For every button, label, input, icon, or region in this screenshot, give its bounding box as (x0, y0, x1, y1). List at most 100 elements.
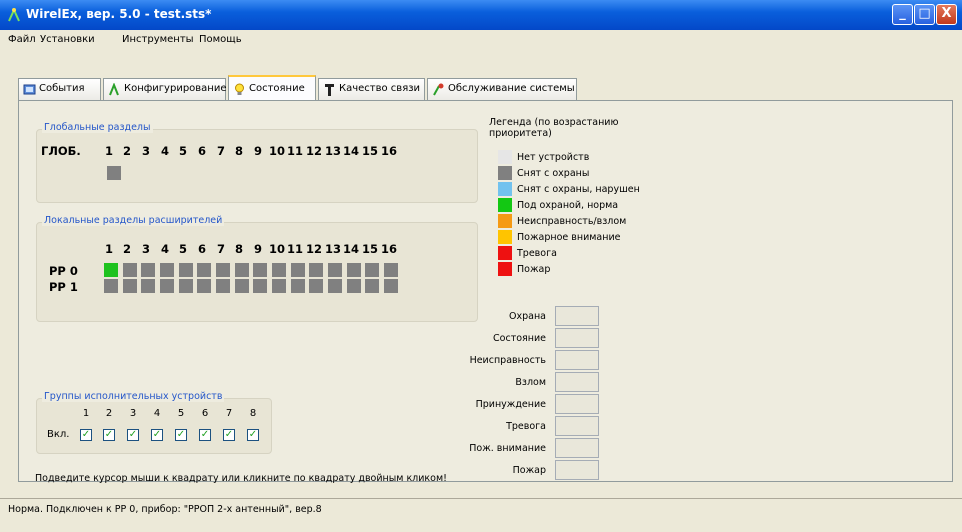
menu-file[interactable]: Файл (8, 34, 36, 45)
status-text: Норма. Подключен к РР 0, прибор: "РРОП 2… (8, 504, 322, 515)
local-partition-square-pp1-9[interactable] (253, 279, 267, 293)
global-col-13: 13 (324, 144, 341, 158)
group-col-5: 5 (177, 408, 185, 419)
tab-maintenance[interactable]: Обслуживание системы (427, 78, 577, 100)
legend-swatch (498, 246, 512, 260)
local-partition-square-pp0-2[interactable] (123, 263, 137, 277)
local-partition-square-pp0-14[interactable] (347, 263, 361, 277)
device-groups-group: Группы исполнительных устройств 1 2 3 4 … (36, 391, 272, 454)
local-partition-square-pp0-16[interactable] (384, 263, 398, 277)
local-partition-square-pp0-12[interactable] (309, 263, 323, 277)
global-col-12: 12 (305, 144, 322, 158)
group-checkbox-4[interactable]: ✓ (151, 429, 163, 441)
local-partition-square-pp1-6[interactable] (197, 279, 211, 293)
local-partition-square-pp1-16[interactable] (384, 279, 398, 293)
local-partition-square-pp1-4[interactable] (160, 279, 174, 293)
menu-settings[interactable]: Установки (40, 34, 95, 45)
close-button[interactable]: X (936, 4, 957, 25)
group-col-1: 1 (82, 408, 90, 419)
expander-row-label-pp0: РР 0 (49, 264, 78, 278)
global-col-2: 2 (122, 144, 131, 158)
local-partition-square-pp0-13[interactable] (328, 263, 342, 277)
local-partition-square-pp0-6[interactable] (197, 263, 211, 277)
global-row-label: ГЛОБ. (41, 144, 81, 158)
legend-label: Тревога (517, 248, 557, 259)
state-label: Пожар (512, 465, 546, 476)
minimize-button[interactable]: _ (892, 4, 913, 25)
tab-link-quality[interactable]: Качество связи (318, 78, 425, 100)
tab-state[interactable]: Состояние (228, 75, 316, 100)
local-partition-square-pp1-8[interactable] (235, 279, 249, 293)
local-partition-square-pp1-14[interactable] (347, 279, 361, 293)
local-col-12: 12 (305, 242, 322, 256)
maximize-button[interactable]: □ (914, 4, 935, 25)
local-col-15: 15 (361, 242, 378, 256)
tab-config[interactable]: Конфигурирование (103, 78, 227, 100)
expander-row-label-pp1: РР 1 (49, 280, 78, 294)
global-col-8: 8 (234, 144, 243, 158)
local-partition-square-pp0-9[interactable] (253, 263, 267, 277)
local-partition-square-pp1-10[interactable] (272, 279, 286, 293)
global-col-1: 1 (104, 144, 113, 158)
local-partition-square-pp0-1[interactable] (104, 263, 118, 277)
local-partition-square-pp1-7[interactable] (216, 279, 230, 293)
tab-events[interactable]: События (18, 78, 101, 100)
events-icon (23, 84, 36, 95)
legend-label: Пожарное внимание (517, 232, 621, 243)
window-title: WirelEx, вер. 5.0 - test.sts* (26, 7, 212, 21)
local-partition-square-pp0-15[interactable] (365, 263, 379, 277)
legend-title: Легенда (по возрастанию приоритета) (489, 117, 619, 139)
local-col-13: 13 (324, 242, 341, 256)
config-icon (109, 83, 119, 96)
group-checkbox-6[interactable]: ✓ (199, 429, 211, 441)
group-checkbox-7[interactable]: ✓ (223, 429, 235, 441)
local-partition-square-pp1-3[interactable] (141, 279, 155, 293)
app-icon (8, 7, 20, 22)
tab-label: Обслуживание системы (448, 83, 575, 94)
state-value-box (555, 306, 599, 326)
state-value-box (555, 328, 599, 348)
global-col-16: 16 (380, 144, 397, 158)
legend-swatch (498, 214, 512, 228)
local-partition-square-pp0-7[interactable] (216, 263, 230, 277)
state-label: Принуждение (475, 399, 546, 410)
local-partition-square-pp1-15[interactable] (365, 279, 379, 293)
state-value-box (555, 438, 599, 458)
local-col-3: 3 (141, 242, 150, 256)
local-partition-square-pp1-5[interactable] (179, 279, 193, 293)
state-label: Состояние (493, 333, 546, 344)
local-partition-square-pp1-2[interactable] (123, 279, 137, 293)
group-col-4: 4 (153, 408, 161, 419)
local-partition-square-pp0-10[interactable] (272, 263, 286, 277)
global-partition-1-square[interactable] (107, 166, 121, 180)
group-checkbox-8[interactable]: ✓ (247, 429, 259, 441)
menu-tools[interactable]: Инструменты (122, 34, 194, 45)
global-col-7: 7 (216, 144, 225, 158)
state-label: Неисправность (469, 355, 546, 366)
local-partition-square-pp0-3[interactable] (141, 263, 155, 277)
local-partition-square-pp1-12[interactable] (309, 279, 323, 293)
group-checkbox-1[interactable]: ✓ (80, 429, 92, 441)
local-partition-square-pp1-13[interactable] (328, 279, 342, 293)
local-partition-square-pp0-4[interactable] (160, 263, 174, 277)
local-col-7: 7 (216, 242, 225, 256)
local-partition-square-pp0-5[interactable] (179, 263, 193, 277)
local-col-1: 1 (104, 242, 113, 256)
title-bar: WirelEx, вер. 5.0 - test.sts* _ □ X (0, 0, 962, 30)
local-partition-square-pp1-1[interactable] (104, 279, 118, 293)
group-checkbox-2[interactable]: ✓ (103, 429, 115, 441)
menu-help[interactable]: Помощь (199, 34, 242, 45)
local-partition-square-pp1-11[interactable] (291, 279, 305, 293)
local-partition-square-pp0-8[interactable] (235, 263, 249, 277)
global-col-15: 15 (361, 144, 378, 158)
state-value-box (555, 460, 599, 480)
local-col-14: 14 (342, 242, 359, 256)
global-col-10: 10 (268, 144, 285, 158)
tab-label: Качество связи (339, 83, 421, 94)
legend-label: Снят с охраны (517, 168, 590, 179)
group-row-label: Вкл. (47, 429, 70, 440)
group-checkbox-5[interactable]: ✓ (175, 429, 187, 441)
group-checkbox-3[interactable]: ✓ (127, 429, 139, 441)
local-partition-square-pp0-11[interactable] (291, 263, 305, 277)
legend-label: Под охраной, норма (517, 200, 619, 211)
